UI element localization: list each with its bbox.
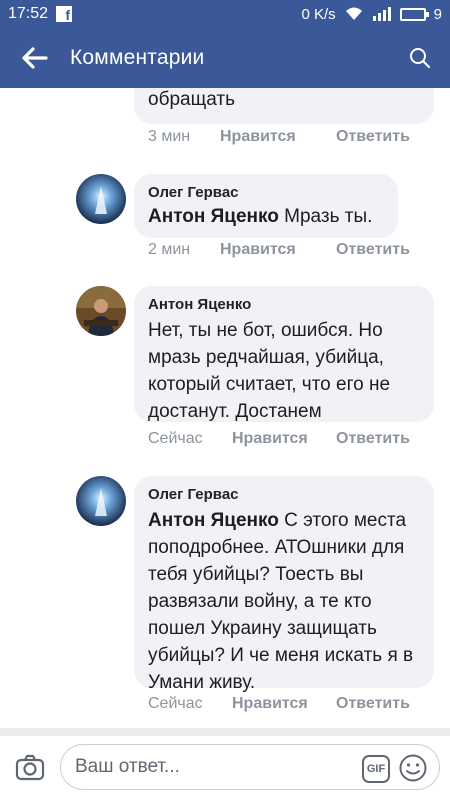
comment-author[interactable]: Олег Гервас [148,486,420,503]
comment-text: Нет, ты не бот, ошибся. Но мразь редчайш… [148,320,391,422]
comment-body: Мразь ты. [278,206,373,227]
reply-button[interactable]: Ответить [336,241,410,259]
like-button[interactable]: Нравится [232,695,336,713]
app-bar: Комментарии [0,28,450,88]
camera-button[interactable] [14,752,46,784]
comment-bubble: Олег Гервас Антон Яценко С этого места п… [134,476,434,693]
status-indicators: 0 K/s 9 [301,6,442,23]
comment-time: Сейчас [148,695,203,712]
reply-button[interactable]: Ответить [336,695,410,713]
reply-composer: Ваш ответ... GIF [0,736,450,800]
camera-icon [15,754,45,781]
comment-bubble: Антон Яценко Нет, ты не бот, ошибся. Но … [134,286,434,422]
comment-text: Антон Яценко Мразь ты. [148,205,384,228]
composer-divider [0,728,450,736]
comment-actions: Сейчас Нравится Ответить [148,430,410,448]
reply-button[interactable]: Ответить [336,128,410,146]
network-speed: 0 K/s [301,5,336,23]
mention-link[interactable]: Антон Яценко [148,206,279,227]
comment-body: С этого места поподробнее. АТОшники для … [148,510,414,693]
arrow-left-icon [22,47,48,69]
reply-placeholder: Ваш ответ... [75,756,180,777]
page-title: Комментарии [70,46,205,69]
search-button[interactable] [404,42,436,74]
reply-button[interactable]: Ответить [336,430,410,448]
like-button[interactable]: Нравится [220,128,336,146]
gif-label: GIF [366,763,386,775]
battery-level: 9 [433,5,442,23]
comments-feed[interactable]: обращать 3 мин Нравится Ответить Олег Ге… [0,88,450,728]
battery-icon [399,7,429,21]
comment-time: 2 мин [148,241,191,258]
comment-author[interactable]: Антон Яценко [148,296,420,313]
status-bar: 17:52 f 0 K/s 9 [0,0,450,28]
comment-actions: Сейчас Нравится Ответить [148,695,410,713]
like-button[interactable]: Нравится [220,241,336,259]
wifi-icon [345,7,362,20]
signal-icon [372,7,391,21]
comment-time: Сейчас [148,430,203,447]
comment-bubble: обращать [134,88,434,124]
comment-actions: 2 мин Нравится Ответить [148,241,410,259]
search-icon [410,48,431,69]
comment-bubble: Олег Гервас Антон Яценко Мразь ты. [134,174,398,238]
emoji-button[interactable] [398,753,428,783]
gif-icon[interactable]: GIF [362,755,390,783]
smiley-icon [399,754,427,782]
avatar[interactable] [76,174,126,224]
comment-author[interactable]: Олег Гервас [148,184,384,201]
comment-time: 3 мин [148,128,191,145]
mention-link[interactable]: Антон Яценко [148,510,279,531]
back-button[interactable] [0,28,70,88]
comment-text: Антон Яценко С этого места поподробнее. … [148,507,420,696]
like-button[interactable]: Нравится [232,430,336,448]
comment-actions: 3 мин Нравится Ответить [148,128,410,146]
avatar[interactable] [76,476,126,526]
facebook-notification-icon: f [56,6,73,22]
status-time: 17:52 [8,5,49,22]
avatar[interactable] [76,286,126,336]
comment-text: обращать [148,89,235,110]
